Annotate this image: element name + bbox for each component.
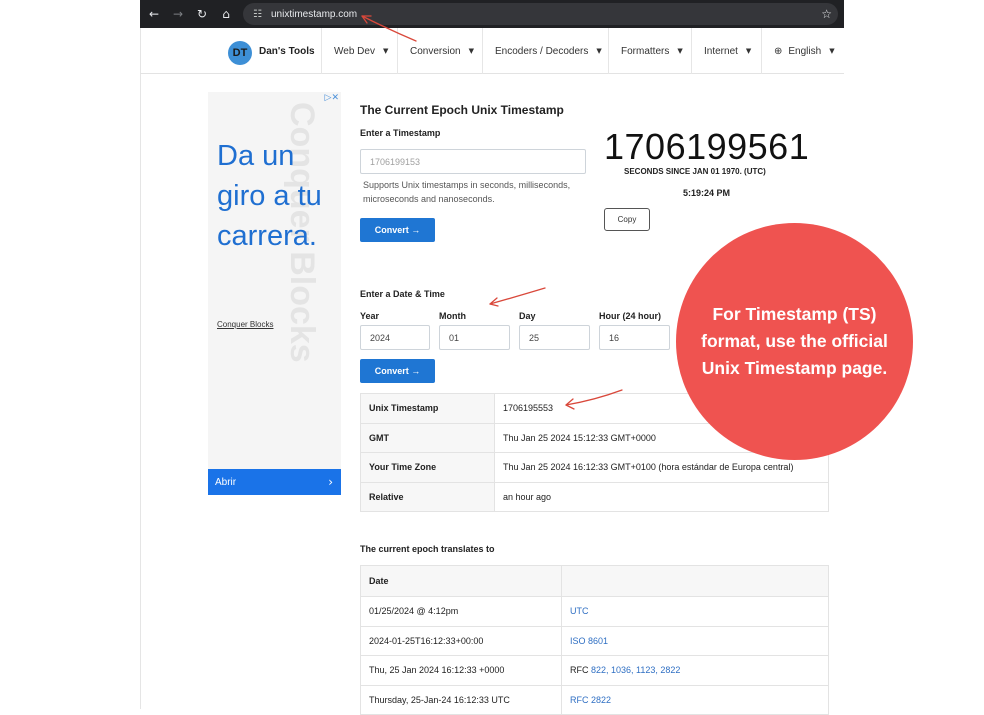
site-info-icon[interactable]: ☷ (253, 9, 267, 20)
menu-formatters[interactable]: Formatters ▼ (608, 28, 691, 74)
ad-headline: Da un giro a tu carrera. (217, 140, 322, 252)
browser-toolbar: ← → ↻ ⌂ ☷ unixtimestamp.com ☆ (140, 0, 844, 28)
result-key: GMT (360, 422, 495, 453)
convert-date-button[interactable]: Convert → (360, 359, 435, 383)
site-brand[interactable]: Dan's Tools (259, 46, 315, 57)
globe-icon: ⊕ (774, 45, 783, 57)
timestamp-help-text: Supports Unix timestamps in seconds, mil… (363, 180, 571, 204)
copy-button[interactable]: Copy (604, 208, 650, 231)
current-time: 5:19:24 PM (683, 188, 731, 198)
callout-bubble: For Timestamp (TS) format, use the offic… (676, 223, 913, 460)
standard-link[interactable]: 822, 1036, 1123, 2822 (591, 665, 680, 675)
hour-label: Hour (24 hour) (599, 311, 661, 321)
column-header-date: Date (360, 565, 562, 597)
format-date: 01/25/2024 @ 4:12pm (360, 596, 562, 627)
format-standard: ISO 8601 (561, 625, 829, 656)
standard-link[interactable]: ISO 8601 (570, 636, 608, 646)
chevron-down-icon: ▼ (382, 47, 389, 55)
chevron-down-icon: ▼ (468, 47, 474, 55)
timestamp-input[interactable]: 1706199153 (360, 149, 586, 174)
hour-input[interactable]: 16 (599, 325, 670, 350)
current-timestamp: 1706199561 (604, 126, 810, 167)
site-logo[interactable]: DT (228, 41, 252, 65)
address-bar[interactable]: ☷ unixtimestamp.com ☆ (243, 3, 838, 25)
table-row: 01/25/2024 @ 4:12pm UTC (360, 596, 829, 627)
month-input[interactable]: 01 (439, 325, 510, 350)
reload-icon[interactable]: ↻ (190, 7, 214, 21)
site-navbar: DT Dan's Tools Web Dev ▼ Conversion ▼ Enco… (140, 28, 844, 74)
column-header-blank (561, 565, 829, 597)
standard-link[interactable]: UTC (570, 606, 589, 616)
format-date: 2024-01-25T16:12:33+00:00 (360, 625, 562, 656)
url-text: unixtimestamp.com (271, 8, 358, 20)
format-standard: RFC 2822 (561, 684, 829, 715)
menu-internet[interactable]: Internet ▼ (691, 28, 761, 74)
format-date: Thu, 25 Jan 2024 16:12:33 +0000 (360, 655, 562, 686)
page-title: The Current Epoch Unix Timestamp (360, 103, 564, 117)
standard-link[interactable]: RFC 2822 (570, 695, 611, 705)
enter-timestamp-label: Enter a Timestamp (360, 128, 441, 138)
menu-encoders-decoders[interactable]: Encoders / Decoders ▼ (482, 28, 608, 74)
table-row: Your Time Zone Thu Jan 25 2024 16:12:33 G… (360, 452, 829, 483)
table-row: 2024-01-25T16:12:33+00:00 ISO 8601 (360, 625, 829, 656)
translates-heading: The current epoch translates to (360, 544, 495, 554)
year-label: Year (360, 311, 380, 321)
chevron-down-icon: ▼ (596, 47, 602, 55)
table-row: Thu, 25 Jan 2024 16:12:33 +0000 RFC 822, … (360, 655, 829, 686)
chevron-down-icon: ▼ (677, 47, 683, 55)
table-row: Thursday, 25-Jan-24 16:12:33 UTC RFC 2822 (360, 684, 829, 715)
back-icon[interactable]: ← (142, 7, 166, 21)
format-standard: RFC 822, 1036, 1123, 2822 (561, 655, 829, 686)
home-icon[interactable]: ⌂ (214, 7, 238, 21)
table-header-row: Date (360, 565, 829, 597)
day-input[interactable]: 25 (519, 325, 590, 350)
menu-web-dev[interactable]: Web Dev ▼ (321, 28, 397, 74)
bookmark-star-icon[interactable]: ☆ (821, 7, 832, 21)
result-key: Your Time Zone (360, 452, 495, 483)
result-value: an hour ago (494, 481, 829, 512)
result-key: Unix Timestamp (360, 393, 495, 424)
menu-language[interactable]: ⊕ English ▼ (761, 28, 844, 74)
table-row: Relative an hour ago (360, 481, 829, 512)
result-key: Relative (360, 481, 495, 512)
chevron-down-icon: ▼ (829, 47, 835, 55)
ad-banner[interactable]: Conquer Blocks ▷✕ Da un giro a tu carrer… (208, 92, 341, 495)
year-input[interactable]: 2024 (360, 325, 430, 350)
ad-brand-link[interactable]: Conquer Blocks (217, 320, 273, 329)
forward-icon[interactable]: → (166, 7, 190, 21)
ad-open-button[interactable]: Abrir › (208, 469, 341, 495)
format-standard: UTC (561, 596, 829, 627)
chevron-right-icon: › (328, 475, 333, 489)
day-label: Day (519, 311, 536, 321)
enter-date-time-label: Enter a Date & Time (360, 289, 445, 299)
format-date: Thursday, 25-Jan-24 16:12:33 UTC (360, 684, 562, 715)
callout-text: For Timestamp (TS) format, use the offic… (701, 304, 888, 378)
month-label: Month (439, 311, 466, 321)
epoch-formats-table: Date 01/25/2024 @ 4:12pm UTC 2024-01-25T1… (360, 565, 829, 715)
convert-timestamp-button[interactable]: Convert → (360, 218, 435, 242)
menu-conversion[interactable]: Conversion ▼ (397, 28, 482, 74)
chevron-down-icon: ▼ (745, 47, 752, 55)
ad-choices-icon[interactable]: ▷✕ (325, 93, 339, 103)
seconds-since-label: SECONDS SINCE JAN 01 1970. (UTC) (624, 167, 766, 176)
